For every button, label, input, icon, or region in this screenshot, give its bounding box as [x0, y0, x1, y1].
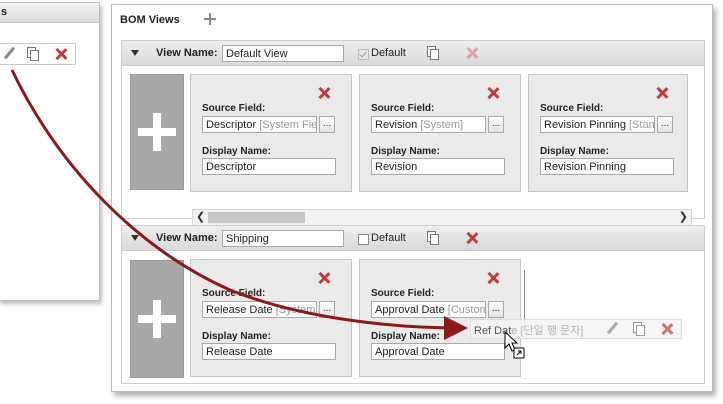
arrow-path — [10, 69, 468, 340]
drag-arrow-annotation — [10, 69, 525, 359]
move-cursor-icon — [504, 330, 525, 359]
